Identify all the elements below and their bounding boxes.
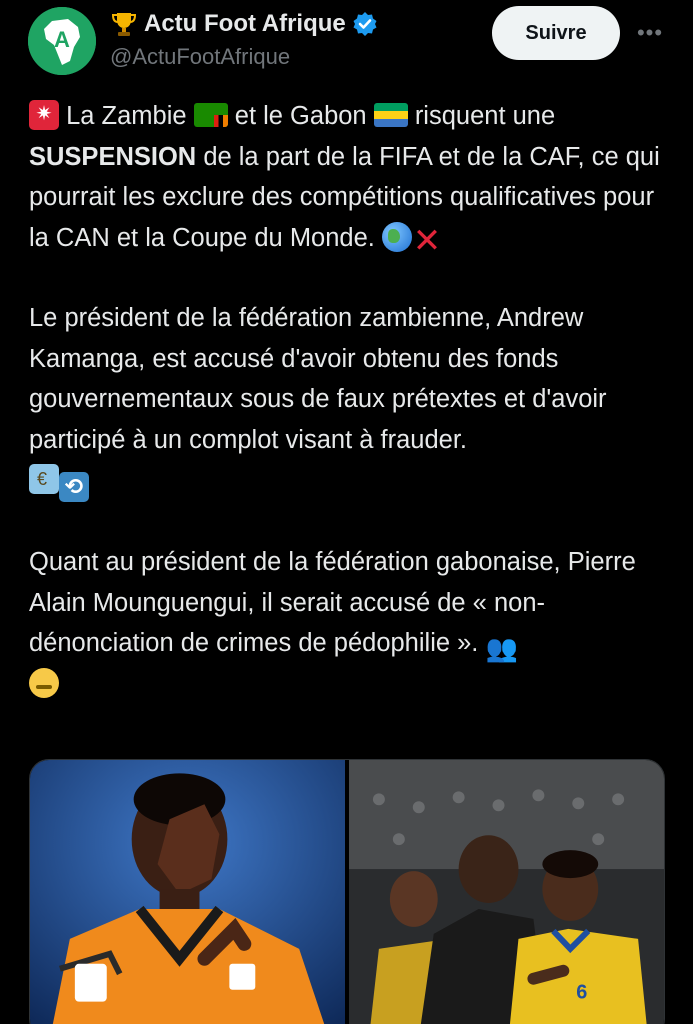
bold-text: SUSPENSION [29,142,197,171]
svg-text:6: 6 [576,982,587,1004]
people-icon: 👥 [485,633,518,663]
display-name[interactable]: Actu Foot Afrique [144,10,346,38]
zambia-flag-icon [193,103,228,127]
cross-mark-icon: ✕ [412,221,442,260]
globe-icon [381,221,412,252]
repeat-icon: ⟲ [59,472,89,502]
text: et le Gabon [234,102,367,130]
tweet-header: A Actu Foot Afrique @ActuFootAfrique Sui… [0,0,693,84]
money-icon [29,459,59,500]
tweet-text: La Zambie et le Gabon risquent une SUSPE… [29,94,669,704]
zipper-mouth-icon [29,667,59,698]
media-grid: 6 [29,759,665,1024]
text: Quant au président de la fédération gabo… [29,548,636,657]
siren-icon [29,94,59,135]
paragraph-2: Le président de la fédération zambienne,… [29,298,669,502]
paragraph-3: Quant au président de la fédération gabo… [29,542,669,704]
verified-badge-icon [353,12,377,36]
trophy-icon [111,13,137,36]
zambia-player-photo[interactable] [30,760,345,1024]
text: La Zambie [66,102,187,130]
svg-text:A: A [54,27,70,52]
paragraph-1: La Zambie et le Gabon risquent une SUSPE… [29,94,669,260]
gabon-coach-players-photo[interactable]: 6 [349,760,664,1024]
avatar[interactable]: A [28,7,96,75]
africa-logo-icon: A [28,7,96,75]
more-horizontal-icon[interactable]: ••• [628,18,672,48]
text: Le président de la fédération zambienne,… [29,304,607,454]
handle[interactable]: @ActuFootAfrique [110,44,290,70]
follow-button[interactable]: Suivre [492,6,620,60]
name-row: Actu Foot Afrique [110,8,378,40]
text: risquent une [414,102,556,130]
gabon-flag-icon [373,103,408,127]
